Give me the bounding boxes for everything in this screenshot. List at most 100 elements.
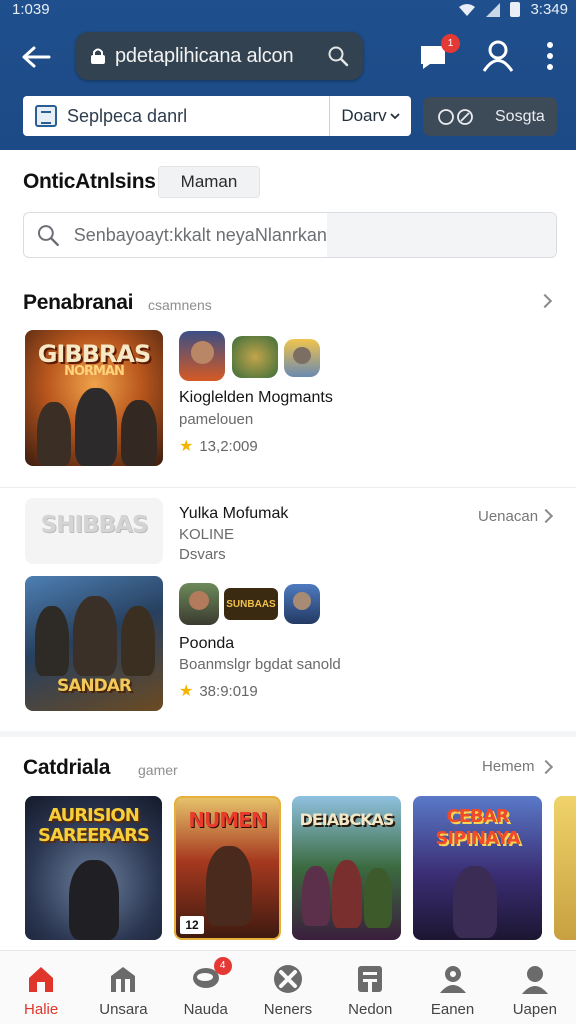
character-figure <box>69 860 119 940</box>
news-icon <box>358 966 383 992</box>
tag-button[interactable]: Maman <box>158 166 260 198</box>
screenshot-thumb[interactable] <box>179 331 225 381</box>
screenshot-thumb[interactable] <box>284 339 320 377</box>
character-figure <box>364 868 392 928</box>
nav-home[interactable]: Halie <box>0 951 82 1024</box>
section-subtitle: csamnens <box>148 297 212 313</box>
app-name[interactable]: Poonda <box>179 635 234 653</box>
screenshot-thumb[interactable] <box>232 336 278 378</box>
nav-label: Halie <box>24 1001 59 1018</box>
see-more-link[interactable]: Hemem <box>482 758 535 775</box>
url-text: pdetaplihicana alcon <box>115 44 294 67</box>
app-name[interactable]: Kioglelden Mogmants <box>179 389 333 407</box>
character-figure <box>453 866 497 938</box>
divider <box>0 487 576 488</box>
chevron-right-icon[interactable] <box>537 293 553 309</box>
content-search[interactable]: Senbayoayt:kkalt neyaNlanrkan <box>23 212 557 258</box>
nav-friends[interactable]: Eanen <box>411 951 493 1024</box>
more-dot-icon <box>547 53 553 59</box>
rating-value: 38:9:019 <box>199 682 258 700</box>
game-card[interactable]: CEBAR SIPINAYA <box>413 796 542 940</box>
more-dot-icon <box>547 42 553 48</box>
character-figure <box>302 866 330 926</box>
battery-icon <box>510 2 521 17</box>
back-button[interactable] <box>16 40 56 74</box>
more-options-button[interactable] <box>538 38 562 74</box>
content-search-input[interactable]: Senbayoayt:kkalt neyaNlanrkan <box>74 225 327 246</box>
chevron-right-icon[interactable] <box>538 759 554 775</box>
rating-value: 13,2:009 <box>199 437 258 455</box>
nav-news[interactable]: Nedon <box>329 951 411 1024</box>
search-icon <box>37 225 59 247</box>
game-thumbnail-faded[interactable]: SHIBBAS <box>25 498 163 564</box>
filter-label: Sosgta <box>495 107 545 125</box>
more-dot-icon <box>547 64 553 70</box>
screenshot-thumb[interactable] <box>179 583 219 625</box>
chevron-right-icon[interactable] <box>538 508 554 524</box>
arrow-left-icon <box>22 46 51 68</box>
screenshot-thumb[interactable] <box>284 584 320 624</box>
header-search-input[interactable]: Seplpeca danrl <box>67 106 329 127</box>
nav-label: Unsara <box>99 1001 148 1018</box>
game-card[interactable]: NUMEN 12 <box>174 796 281 940</box>
status-bar: 1:039 3:349 <box>0 0 576 22</box>
character-figure <box>332 860 362 928</box>
friends-icon <box>439 966 466 993</box>
game-thumbnail[interactable]: SANDAR <box>25 576 163 711</box>
section-title: Penabranai <box>23 291 134 314</box>
age-rating-badge: 12 <box>180 916 204 934</box>
search-suggestion-area <box>326 213 556 257</box>
character-figure <box>75 388 117 466</box>
app-name[interactable]: Yulka Mofumak <box>179 505 288 523</box>
profile-icon <box>521 966 548 994</box>
character-figure <box>121 606 155 676</box>
character-figure <box>37 402 71 466</box>
game-card-title: AURISION SAREERARS <box>38 805 150 846</box>
nav-chat[interactable]: 4 Nauda <box>165 951 247 1024</box>
star-icon: ★ <box>179 438 194 455</box>
game-art-subtitle: NORMAN <box>64 364 125 379</box>
star-icon: ★ <box>179 683 194 700</box>
nav-profile[interactable]: Uapen <box>494 951 576 1024</box>
section-divider <box>0 731 576 737</box>
nav-badge: 4 <box>213 957 232 975</box>
nav-label: Nedon <box>348 1001 393 1018</box>
dropdown-label: Doarv <box>341 106 387 125</box>
lock-icon <box>89 47 107 65</box>
url-bar[interactable]: pdetaplihicana alcon <box>76 32 363 80</box>
game-art-title: SHIBBAS <box>40 512 149 538</box>
app-header: 1:039 3:349 pdetaplihicana alcon 1 Seplp… <box>0 0 576 150</box>
game-card-partial[interactable] <box>554 796 576 940</box>
game-card[interactable]: DEIABCKAS <box>292 796 401 940</box>
nav-store[interactable]: Unsara <box>82 951 164 1024</box>
search-icon[interactable] <box>325 43 351 69</box>
section-title: OnticAtnlsins <box>23 170 156 193</box>
nav-tools[interactable]: Neners <box>247 951 329 1024</box>
filter-icon <box>438 108 473 125</box>
header-search[interactable]: Seplpeca danrl Doarv <box>23 96 411 136</box>
app-developer: pamelouen <box>179 411 254 428</box>
store-icon <box>111 967 136 992</box>
messages-button[interactable]: 1 <box>418 34 460 72</box>
user-icon <box>482 40 514 72</box>
category-dropdown[interactable]: Doarv <box>329 96 411 136</box>
game-card-title: CEBAR SIPINAYA <box>435 806 520 849</box>
game-card[interactable]: AURISION SAREERARS <box>25 796 162 940</box>
account-button[interactable] <box>480 38 516 74</box>
home-icon <box>29 967 54 992</box>
nav-label: Nauda <box>183 1001 228 1018</box>
filter-button[interactable]: Sosgta <box>423 97 557 136</box>
app-line: KOLINE <box>179 526 235 543</box>
status-icons: 3:349 <box>458 1 568 18</box>
game-thumbnail[interactable]: GIBBRAS NORMAN <box>25 330 163 466</box>
character-figure <box>206 846 252 926</box>
status-time: 1:039 <box>12 1 50 18</box>
section-title: Catdriala <box>23 756 111 779</box>
tools-icon <box>273 965 302 993</box>
tag-label: Maman <box>180 172 238 191</box>
mini-label: SUNBAAS <box>226 598 276 610</box>
screenshot-thumb[interactable]: SUNBAAS <box>224 588 278 620</box>
wifi-icon <box>459 3 476 16</box>
item-action-link[interactable]: Uenacan <box>478 508 538 525</box>
app-rating: ★ 38:9:019 <box>179 681 258 701</box>
